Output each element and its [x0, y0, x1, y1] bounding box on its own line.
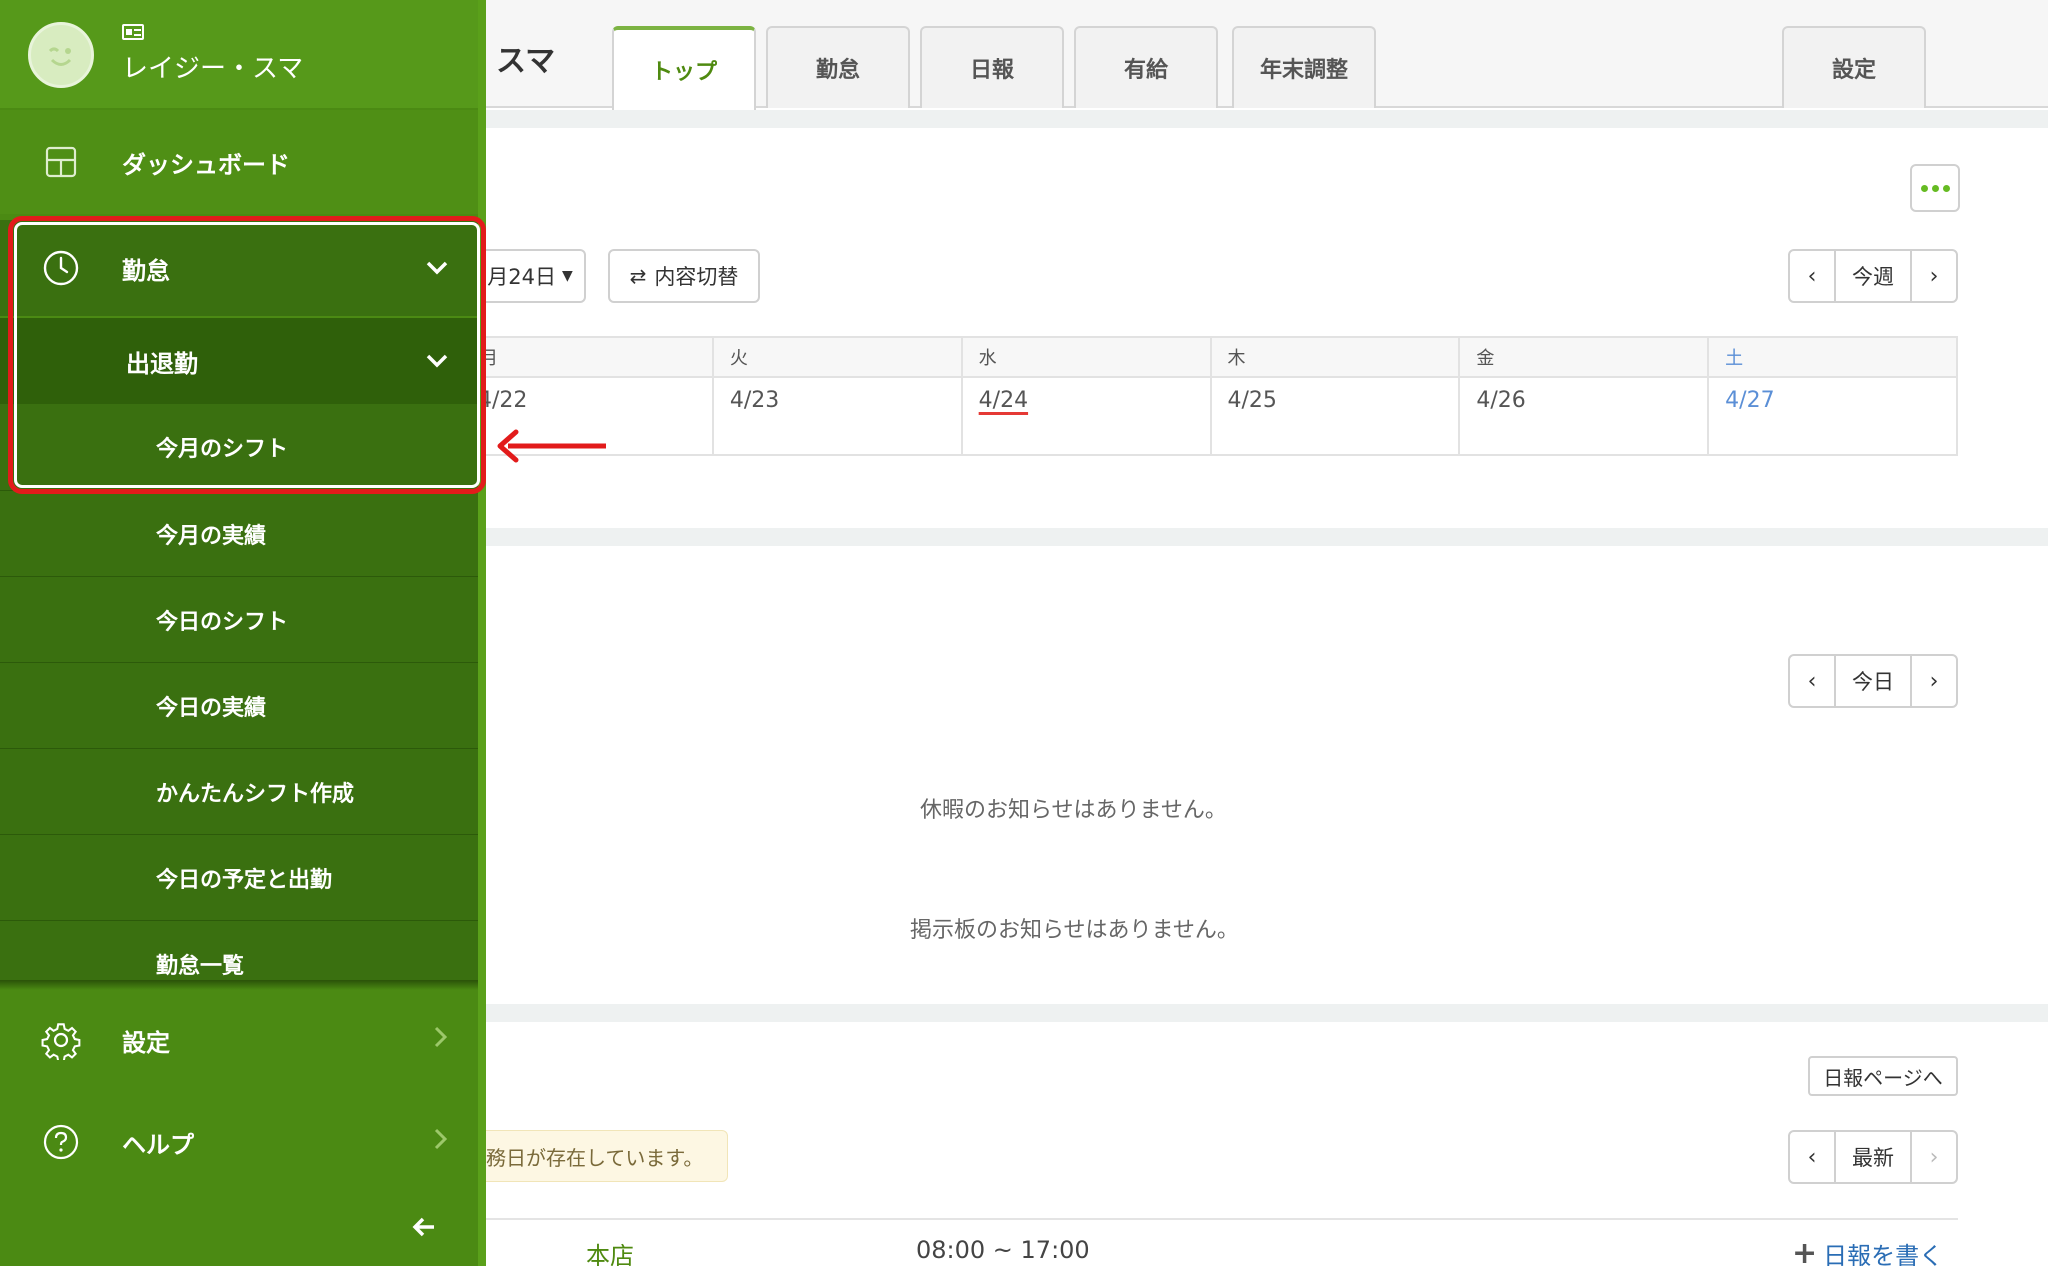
- top-tab-bar: スマ トップ 勤怠 日報 有給 年末調整 設定: [486, 0, 2048, 110]
- warning-notice: 務日が存在しています。: [486, 1130, 728, 1182]
- today-date: 4/24: [978, 388, 1029, 413]
- dashboard-icon: [38, 139, 84, 185]
- tab-settings[interactable]: 設定: [1782, 26, 1926, 108]
- chevron-right-icon: [434, 1128, 448, 1156]
- day-header-sat: 土: [1707, 338, 1956, 376]
- section-gap: [486, 528, 2048, 546]
- swap-icon: ⇄: [629, 264, 647, 288]
- vacation-notice: 休暇のお知らせはありません。: [920, 798, 1227, 823]
- main-content: スマ トップ 勤怠 日報 有給 年末調整 設定 月24日 ▼ ⇄ 内容切替 ‹ …: [476, 0, 2048, 1266]
- highlight-box: [8, 216, 486, 494]
- week-header-row: 月 火 水 木 金 土: [480, 338, 1956, 378]
- sidebar-item-label: 今月の実績: [156, 523, 267, 549]
- date-cell-wed[interactable]: 4/24: [960, 378, 1210, 454]
- help-icon: [38, 1119, 84, 1165]
- plus-icon: +: [1792, 1236, 1818, 1266]
- more-options-button[interactable]: [1910, 164, 1960, 212]
- tab-nippo[interactable]: 日報: [920, 26, 1064, 108]
- sidebar-item-monthly-results[interactable]: 今月の実績: [0, 490, 478, 576]
- sidebar-shadow: [0, 980, 478, 990]
- sidebar-item-label: 勤怠一覧: [156, 953, 245, 979]
- latest-button[interactable]: 最新: [1834, 1132, 1912, 1182]
- divider: [486, 1218, 1958, 1220]
- sidebar-item-label: かんたんシフト作成: [156, 781, 355, 807]
- week-calendar: 月 火 水 木 金 土 4/22 4/23 4/24 4/25 4/26 4/2…: [478, 336, 1958, 456]
- sidebar-item-dashboard[interactable]: ダッシュボード: [0, 110, 478, 214]
- week-next-button[interactable]: ›: [1912, 251, 1956, 301]
- sidebar-edge: [478, 0, 486, 1266]
- sidebar-item-today-schedule[interactable]: 今日の予定と出勤: [0, 834, 478, 920]
- date-cell-thu[interactable]: 4/25: [1209, 378, 1459, 454]
- sidebar-item-kintai-list[interactable]: 勤怠一覧: [0, 920, 478, 984]
- section-gap: [486, 1004, 2048, 1022]
- week-date-row: 4/22 4/23 4/24 4/25 4/26 4/27: [478, 378, 1956, 454]
- shift-time: 08:00 ~ 17:00: [916, 1236, 1090, 1264]
- gear-icon: [38, 1017, 84, 1063]
- report-prev-button[interactable]: ‹: [1790, 1132, 1834, 1182]
- this-week-button[interactable]: 今週: [1834, 251, 1912, 301]
- sidebar-item-label: ダッシュボード: [122, 150, 290, 179]
- date-selector-button[interactable]: 月24日 ▼: [476, 249, 586, 303]
- write-report-label: 日報を書く: [1823, 1242, 1944, 1266]
- dot-icon: [1942, 184, 1950, 192]
- red-arrow-annotation: [494, 426, 610, 470]
- user-name: レイジー・スマ: [122, 54, 304, 84]
- date-cell-tue[interactable]: 4/23: [711, 378, 961, 454]
- tab-yukyu[interactable]: 有給: [1074, 26, 1218, 108]
- sidebar-item-today-results[interactable]: 今日の実績: [0, 662, 478, 748]
- wink-face-icon: [48, 47, 72, 66]
- day-header-thu: 木: [1209, 338, 1459, 376]
- tab-kintai[interactable]: 勤怠: [766, 26, 910, 108]
- tab-top[interactable]: トップ: [612, 26, 756, 110]
- page-title: スマ: [496, 44, 556, 79]
- sidebar-item-help[interactable]: ヘルプ: [0, 1092, 478, 1192]
- day-header-mon: 月: [480, 348, 498, 369]
- report-next-button[interactable]: ›: [1912, 1132, 1956, 1182]
- today-button[interactable]: 今日: [1834, 656, 1912, 706]
- date-cell-fri[interactable]: 4/26: [1458, 378, 1707, 454]
- day-header-fri: 金: [1458, 338, 1707, 376]
- sidebar-item-settings[interactable]: 設定: [0, 990, 478, 1090]
- sidebar-item-label: 今日のシフト: [156, 609, 289, 635]
- caret-down-icon: ▼: [561, 268, 573, 284]
- week-nav: ‹ 今週 ›: [1788, 249, 1958, 303]
- date-cell-sat[interactable]: 4/27: [1707, 378, 1956, 454]
- id-card-icon: [122, 24, 144, 40]
- sidebar-item-label: 設定: [122, 1028, 170, 1057]
- day-nav: ‹ 今日 ›: [1788, 654, 1958, 708]
- day-prev-button[interactable]: ‹: [1790, 656, 1834, 706]
- report-page-button[interactable]: 日報ページへ: [1808, 1056, 1958, 1096]
- report-nav: ‹ 最新 ›: [1788, 1130, 1958, 1184]
- toggle-content-button[interactable]: ⇄ 内容切替: [608, 249, 760, 303]
- avatar: [28, 22, 94, 88]
- day-next-button[interactable]: ›: [1912, 656, 1956, 706]
- sidebar-item-label: 今日の実績: [156, 695, 267, 721]
- sidebar-item-label: ヘルプ: [122, 1130, 194, 1159]
- sidebar-item-today-shift[interactable]: 今日のシフト: [0, 576, 478, 662]
- week-prev-button[interactable]: ‹: [1790, 251, 1834, 301]
- store-name[interactable]: 本店: [586, 1236, 634, 1266]
- date-selector-label: 月24日: [487, 265, 556, 289]
- dot-icon: [1920, 184, 1928, 192]
- day-header-wed: 水: [960, 338, 1210, 376]
- sidebar: レイジー・スマ ダッシュボード 勤怠 出退勤 今月のシフト 今月の実績 今日のシ…: [0, 0, 486, 1266]
- board-notice: 掲示板のお知らせはありません。: [910, 918, 1239, 943]
- sidebar-item-easy-shift[interactable]: かんたんシフト作成: [0, 748, 478, 834]
- sidebar-item-label: 今日の予定と出勤: [156, 867, 333, 893]
- toggle-content-label: 内容切替: [654, 265, 739, 289]
- collapse-sidebar-icon[interactable]: [412, 1212, 436, 1245]
- dot-icon: [1931, 184, 1939, 192]
- tab-year-end[interactable]: 年末調整: [1232, 26, 1376, 108]
- write-report-link[interactable]: + 日報を書く: [1792, 1236, 1943, 1266]
- section-gap: [486, 110, 2048, 128]
- day-header-tue: 火: [711, 338, 961, 376]
- chevron-right-icon: [434, 1026, 448, 1054]
- sidebar-user[interactable]: レイジー・スマ: [0, 0, 478, 108]
